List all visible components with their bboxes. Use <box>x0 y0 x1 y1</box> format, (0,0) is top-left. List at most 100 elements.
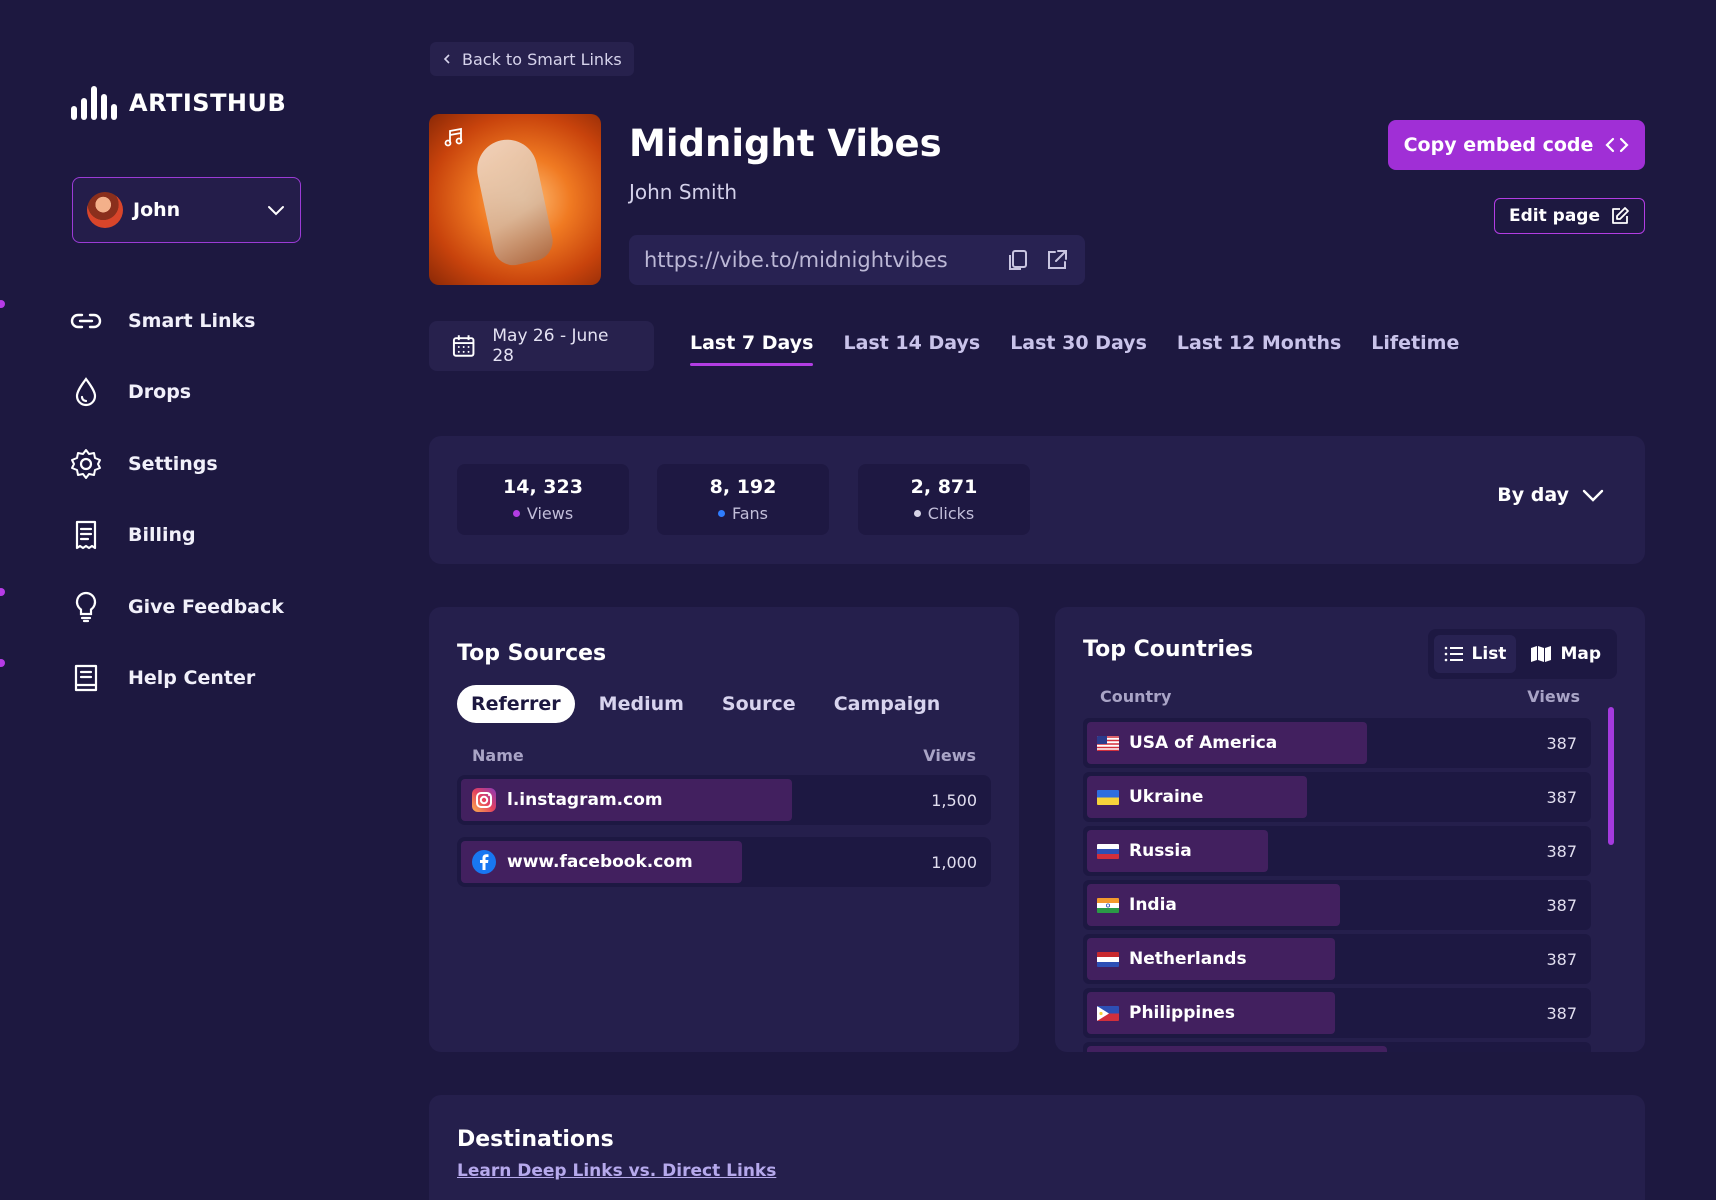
row-label-wrap: l.instagram.com <box>471 775 663 825</box>
user-select[interactable]: John <box>72 177 301 243</box>
stat-label-wrap: Views <box>512 504 574 523</box>
views-dot <box>512 510 520 517</box>
logo-bars-icon <box>71 86 117 120</box>
country-row[interactable] <box>1083 1042 1591 1052</box>
row-name: www.facebook.com <box>507 852 693 872</box>
sidebar-item-settings[interactable]: Settings <box>68 428 348 500</box>
tab-lifetime[interactable]: Lifetime <box>1371 332 1459 366</box>
russia-flag-icon <box>1097 843 1119 859</box>
smart-link-url: https://vibe.to/midnightvibes <box>629 235 1085 285</box>
tab-last-7-days[interactable]: Last 7 Days <box>690 332 814 366</box>
tab-referrer[interactable]: Referrer <box>457 685 575 723</box>
date-range-label: May 26 - June 28 <box>492 326 609 366</box>
country-row[interactable]: Russia 387 <box>1083 826 1591 876</box>
destinations-panel: Destinations Learn Deep Links vs. Direct… <box>429 1095 1645 1200</box>
country-views: 387 <box>1546 949 1577 969</box>
link-icon <box>70 313 102 328</box>
country-name: USA of America <box>1129 733 1278 753</box>
cover-image <box>429 114 601 285</box>
source-tabs: Referrer Medium Source Campaign <box>457 685 954 723</box>
panel-title: Top Sources <box>457 641 607 666</box>
code-icon <box>1605 137 1629 153</box>
sidebar-item-label: Give Feedback <box>128 595 284 618</box>
row-label-wrap: Netherlands <box>1097 934 1247 984</box>
sidebar-indicator <box>0 659 5 667</box>
date-range-picker[interactable]: May 26 - June 28 <box>429 321 654 371</box>
artist-name: John Smith <box>629 180 738 204</box>
instagram-icon <box>472 788 496 812</box>
row-label-wrap: Ukraine <box>1097 772 1203 822</box>
stat-fans[interactable]: 8, 192 Fans <box>657 464 829 535</box>
map-view-button[interactable]: Map <box>1520 635 1611 673</box>
stat-label-wrap: Clicks <box>913 504 974 523</box>
table-row[interactable]: l.instagram.com 1,500 <box>457 775 991 825</box>
country-name: Philippines <box>1129 1003 1235 1023</box>
sidebar-item-help-center[interactable]: Help Center <box>68 643 348 715</box>
tab-campaign[interactable]: Campaign <box>820 685 955 723</box>
sidebar-item-label: Drops <box>128 381 192 404</box>
edit-label: Edit page <box>1509 206 1600 226</box>
app-logo[interactable]: ARTISTHUB <box>71 86 286 120</box>
tab-source[interactable]: Source <box>708 685 810 723</box>
view-toggle: List Map <box>1427 629 1617 679</box>
country-row[interactable]: USA of America 387 <box>1083 718 1591 768</box>
tab-last-12-months[interactable]: Last 12 Months <box>1177 332 1341 366</box>
deep-links-link[interactable]: Learn Deep Links vs. Direct Links <box>457 1161 776 1181</box>
stat-clicks[interactable]: 2, 871 Clicks <box>858 464 1030 535</box>
sidebar-indicator <box>0 300 5 308</box>
netherlands-flag-icon <box>1097 951 1119 967</box>
sidebar-item-smart-links[interactable]: Smart Links <box>68 285 348 357</box>
back-button[interactable]: Back to Smart Links <box>430 42 634 76</box>
copy-icon[interactable] <box>1004 247 1030 273</box>
period-tabs: Last 7 Days Last 14 Days Last 30 Days La… <box>690 332 1459 366</box>
stat-views[interactable]: 14, 323 Views <box>457 464 629 535</box>
edit-icon <box>1612 207 1629 224</box>
map-icon <box>1531 646 1552 662</box>
sidebar-item-label: Smart Links <box>128 309 256 332</box>
stat-value: 14, 323 <box>503 476 583 498</box>
grouping-select[interactable]: By day <box>1497 484 1605 506</box>
country-row[interactable]: India 387 <box>1083 880 1591 930</box>
row-label-wrap: www.facebook.com <box>471 837 693 887</box>
tab-last-30-days[interactable]: Last 30 Days <box>1010 332 1147 366</box>
sidebar-item-billing[interactable]: Billing <box>68 500 348 572</box>
calendar-icon <box>452 335 475 357</box>
stat-label: Views <box>526 504 574 523</box>
ukraine-flag-icon <box>1097 789 1119 805</box>
country-views: 387 <box>1546 787 1577 807</box>
edit-page-button[interactable]: Edit page <box>1494 198 1645 234</box>
country-row[interactable]: Ukraine 387 <box>1083 772 1591 822</box>
row-bar <box>1087 1046 1387 1052</box>
column-header-views: Views <box>1527 687 1580 706</box>
country-name: India <box>1129 895 1177 915</box>
table-row[interactable]: www.facebook.com 1,000 <box>457 837 991 887</box>
column-header-views: Views <box>923 746 976 765</box>
country-row[interactable]: Philippines 387 <box>1083 988 1591 1038</box>
clicks-dot <box>913 510 921 517</box>
tab-medium[interactable]: Medium <box>585 685 698 723</box>
sidebar-item-give-feedback[interactable]: Give Feedback <box>68 571 348 643</box>
country-row[interactable]: Netherlands 387 <box>1083 934 1591 984</box>
row-label-wrap: Russia <box>1097 826 1192 876</box>
chevron-down-icon <box>1582 489 1604 502</box>
scrollbar[interactable] <box>1608 707 1614 845</box>
sidebar-item-label: Settings <box>128 452 218 475</box>
country-name: Russia <box>1129 841 1192 861</box>
country-views: 387 <box>1546 733 1577 753</box>
book-icon <box>74 665 98 692</box>
chevron-left-icon <box>443 54 450 64</box>
row-label-wrap: Philippines <box>1097 988 1235 1038</box>
sidebar-item-label: Help Center <box>128 667 256 690</box>
stat-value: 8, 192 <box>709 476 777 498</box>
url-text[interactable]: https://vibe.to/midnightvibes <box>644 248 990 272</box>
country-views: 387 <box>1546 1003 1577 1023</box>
sidebar-item-drops[interactable]: Drops <box>68 357 348 429</box>
map-label: Map <box>1560 644 1601 664</box>
list-view-button[interactable]: List <box>1433 635 1517 673</box>
external-link-icon[interactable] <box>1044 247 1070 273</box>
us-flag-icon <box>1097 735 1119 751</box>
tab-last-14-days[interactable]: Last 14 Days <box>843 332 980 366</box>
panel-title: Top Countries <box>1083 637 1254 662</box>
embed-label: Copy embed code <box>1403 134 1594 156</box>
copy-embed-button[interactable]: Copy embed code <box>1388 120 1645 170</box>
